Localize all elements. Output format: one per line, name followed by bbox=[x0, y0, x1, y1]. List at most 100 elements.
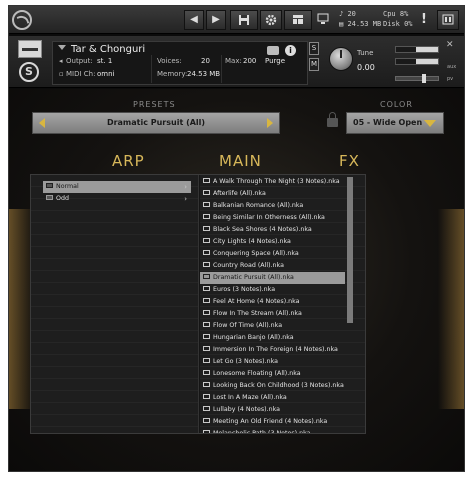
voices-value: 20 bbox=[201, 57, 210, 65]
file-item[interactable]: A Walk Through The Night (3 Notes).nka bbox=[200, 176, 345, 188]
file-label: Dramatic Pursuit (All).nka bbox=[213, 274, 294, 281]
kontakt-logo-icon[interactable] bbox=[12, 10, 32, 30]
mute-button[interactable]: M bbox=[309, 58, 319, 71]
file-label: Meeting An Old Friend (4 Notes).nka bbox=[213, 418, 328, 425]
tab-fx[interactable]: FX bbox=[339, 152, 360, 170]
file-item[interactable]: Melancholic Path (3 Notes).nka bbox=[200, 428, 345, 434]
tune-value: 0.00 bbox=[357, 63, 375, 72]
file-item[interactable]: Being Similar In Otherness (All).nka bbox=[200, 212, 345, 224]
output-label: Output: bbox=[66, 57, 93, 65]
warning-button[interactable]: ! bbox=[417, 10, 431, 30]
file-item[interactable]: Lonesome Floating (All).nka bbox=[200, 368, 345, 380]
save-menu-button[interactable] bbox=[230, 10, 258, 30]
color-label: COLOR bbox=[380, 100, 413, 109]
preset-next-icon[interactable] bbox=[267, 118, 273, 128]
settings-button[interactable] bbox=[260, 10, 282, 30]
chevron-down-icon[interactable] bbox=[424, 120, 436, 127]
file-icon bbox=[203, 382, 210, 387]
file-label: Lullaby (4 Notes).nka bbox=[213, 406, 280, 413]
file-item[interactable]: Let Go (3 Notes).nka bbox=[200, 356, 345, 368]
file-item[interactable]: Flow In The Stream (All).nka bbox=[200, 308, 345, 320]
file-label: Let Go (3 Notes).nka bbox=[213, 358, 278, 365]
file-icon bbox=[203, 322, 210, 327]
file-icon bbox=[203, 334, 210, 339]
file-icon bbox=[203, 298, 210, 303]
file-item[interactable]: Immersion In The Foreign (4 Notes).nka bbox=[200, 344, 345, 356]
file-item[interactable]: Lullaby (4 Notes).nka bbox=[200, 404, 345, 416]
view-button[interactable] bbox=[284, 10, 312, 30]
file-item[interactable]: Balkanian Romance (All).nka bbox=[200, 200, 345, 212]
file-icon bbox=[203, 226, 210, 231]
disk-value: 0% bbox=[404, 20, 413, 28]
voices-count: 20 bbox=[347, 10, 356, 18]
file-item[interactable]: City Lights (4 Notes).nka bbox=[200, 236, 345, 248]
file-icon bbox=[203, 202, 210, 207]
file-item[interactable]: Looking Back On Childhood (3 Notes).nka bbox=[200, 380, 345, 392]
volume-fader[interactable] bbox=[395, 74, 439, 83]
file-item[interactable]: Euros (3 Notes).nka bbox=[200, 284, 345, 296]
file-icon bbox=[203, 394, 210, 399]
preset-selector[interactable]: Dramatic Pursuit (All) bbox=[32, 112, 280, 134]
camera-icon[interactable] bbox=[267, 46, 279, 55]
folder-icon bbox=[46, 195, 53, 200]
tab-main[interactable]: MAIN bbox=[219, 152, 262, 170]
file-label: Balkanian Romance (All).nka bbox=[213, 202, 304, 209]
file-item[interactable]: Flow Of Time (All).nka bbox=[200, 320, 345, 332]
nav-next-button[interactable]: ▶ bbox=[206, 10, 226, 30]
nav-prev-button[interactable]: ◀ bbox=[184, 10, 204, 30]
tab-arp[interactable]: ARP bbox=[112, 152, 145, 170]
instrument-menu-icon[interactable] bbox=[58, 45, 66, 50]
color-value: 05 - Wide Open bbox=[353, 118, 423, 127]
fader-handle[interactable] bbox=[422, 74, 426, 83]
kontakt-window: ◀ ▶ ♪ 20 ▤ 24.53 MB Cpu 8% Disk 0% ! S T… bbox=[8, 5, 465, 472]
preset-name: Dramatic Pursuit (All) bbox=[106, 118, 206, 127]
level-meter-right bbox=[395, 58, 439, 65]
keyboard-view-button[interactable] bbox=[314, 10, 332, 30]
file-label: Lost In A Maze (All).nka bbox=[213, 394, 287, 401]
cpu-label: Cpu bbox=[383, 10, 396, 18]
tune-knob[interactable] bbox=[329, 47, 353, 71]
instrument-header: S Tar & Chonguri ◂ Output: st. 1 ▫ MIDI … bbox=[9, 36, 464, 88]
close-icon[interactable]: ✕ bbox=[446, 40, 454, 50]
file-label: Flow Of Time (All).nka bbox=[213, 322, 283, 329]
file-icon bbox=[203, 346, 210, 351]
max-value[interactable]: 200 bbox=[243, 57, 256, 65]
purge-button[interactable]: Purge bbox=[265, 57, 285, 65]
file-item[interactable]: Dramatic Pursuit (All).nka bbox=[200, 272, 345, 284]
solo-button[interactable]: S bbox=[309, 42, 319, 55]
divider bbox=[221, 55, 222, 83]
file-label: Feel At Home (4 Notes).nka bbox=[213, 298, 300, 305]
preset-browser: Normal › Odd › A Walk Through The Night (3 … bbox=[30, 174, 366, 434]
folder-item[interactable]: Odd › bbox=[43, 193, 191, 205]
info-button[interactable]: i bbox=[285, 45, 296, 56]
instrument-logo-icon: S bbox=[19, 62, 39, 82]
output-value[interactable]: st. 1 bbox=[97, 57, 112, 65]
tune-label: Tune bbox=[357, 49, 374, 57]
folder-icon bbox=[46, 183, 53, 188]
file-item[interactable]: Lost In A Maze (All).nka bbox=[200, 392, 345, 404]
file-item[interactable]: Hungarian Banjo (All).nka bbox=[200, 332, 345, 344]
max-label: Max: bbox=[225, 57, 242, 65]
floppy-icon bbox=[239, 15, 249, 25]
gear-icon bbox=[265, 14, 277, 26]
file-item[interactable]: Country Road (All).nka bbox=[200, 260, 345, 272]
file-list-scrollbar[interactable] bbox=[347, 177, 353, 323]
lock-icon[interactable] bbox=[327, 112, 338, 127]
pv-label: pv bbox=[447, 76, 454, 82]
wrench-icon[interactable] bbox=[18, 40, 42, 58]
rack-view-button[interactable] bbox=[437, 10, 459, 30]
color-dropdown[interactable]: 05 - Wide Open bbox=[346, 112, 444, 134]
disk-label: Disk bbox=[383, 20, 400, 28]
instrument-name[interactable]: Tar & Chonguri bbox=[71, 44, 145, 55]
folder-item[interactable]: Normal › bbox=[43, 181, 191, 193]
layout-icon bbox=[293, 15, 303, 24]
file-item[interactable]: Meeting An Old Friend (4 Notes).nka bbox=[200, 416, 345, 428]
file-item[interactable]: Feel At Home (4 Notes).nka bbox=[200, 296, 345, 308]
midi-value[interactable]: omni bbox=[97, 70, 114, 78]
file-label: Melancholic Path (3 Notes).nka bbox=[213, 430, 311, 434]
file-label: Conquering Space (All).nka bbox=[213, 250, 299, 257]
file-list: A Walk Through The Night (3 Notes).nka Af… bbox=[200, 175, 365, 434]
file-item[interactable]: Black Sea Shores (4 Notes).nka bbox=[200, 224, 345, 236]
file-item[interactable]: Conquering Space (All).nka bbox=[200, 248, 345, 260]
file-item[interactable]: Afterlife (All).nka bbox=[200, 188, 345, 200]
